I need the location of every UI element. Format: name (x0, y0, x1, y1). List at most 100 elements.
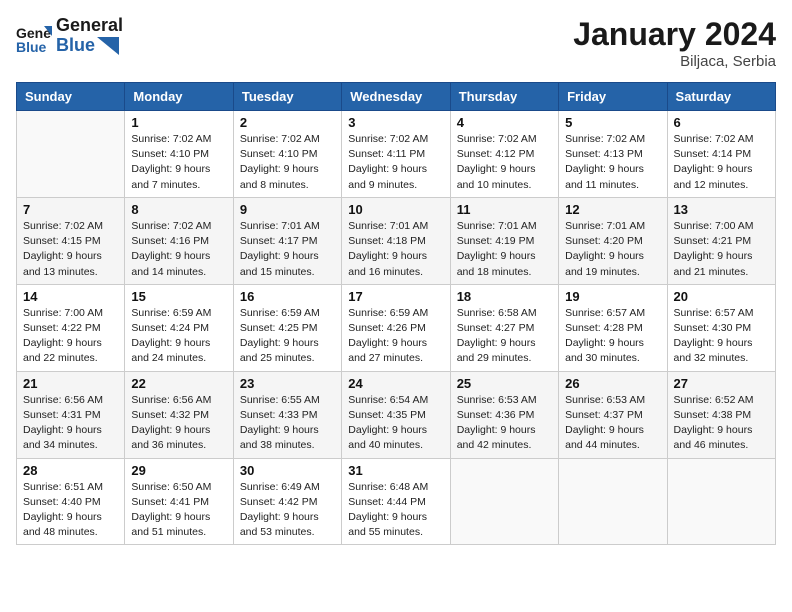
weekday-header-saturday: Saturday (667, 83, 775, 111)
day-number: 6 (674, 115, 769, 130)
calendar-cell: 15Sunrise: 6:59 AM Sunset: 4:24 PM Dayli… (125, 284, 233, 371)
calendar-cell: 3 Sunrise: 7:02 AM Sunset: 4:11 PM Daylig… (342, 111, 450, 198)
day-info: Sunrise: 7:02 AM Sunset: 4:11 PM Dayligh… (348, 132, 443, 193)
day-number: 2 (240, 115, 335, 130)
day-number: 12 (565, 202, 660, 217)
day-info: Sunrise: 6:59 AM Sunset: 4:26 PM Dayligh… (348, 306, 443, 367)
calendar-week-row: 1Sunrise: 7:02 AM Sunset: 4:10 PM Daylig… (17, 111, 776, 198)
day-info: Sunrise: 7:02 AM Sunset: 4:16 PM Dayligh… (131, 219, 226, 280)
day-number: 27 (674, 376, 769, 391)
day-info: Sunrise: 7:01 AM Sunset: 4:18 PM Dayligh… (348, 219, 443, 280)
calendar-cell: 22Sunrise: 6:56 AM Sunset: 4:32 PM Dayli… (125, 371, 233, 458)
day-info: Sunrise: 7:02 AM Sunset: 4:10 PM Dayligh… (240, 132, 335, 193)
day-number: 15 (131, 289, 226, 304)
calendar-cell: 14 Sunrise: 7:00 AM Sunset: 4:22 PM Dayli… (17, 284, 125, 371)
day-info: Sunrise: 6:57 AM Sunset: 4:30 PM Dayligh… (674, 306, 769, 367)
day-number: 19 (565, 289, 660, 304)
day-number: 9 (240, 202, 335, 217)
page-header: General Blue General Blue January 2024 B… (16, 16, 776, 70)
day-number: 25 (457, 376, 552, 391)
location: Biljaca, Serbia (573, 53, 776, 70)
logo-blue: Blue (56, 36, 123, 56)
day-number: 10 (348, 202, 443, 217)
calendar-cell (667, 458, 775, 545)
day-info: Sunrise: 6:58 AM Sunset: 4:27 PM Dayligh… (457, 306, 552, 367)
calendar-cell: 20Sunrise: 6:57 AM Sunset: 4:30 PM Dayli… (667, 284, 775, 371)
weekday-header-friday: Friday (559, 83, 667, 111)
calendar-cell: 31Sunrise: 6:48 AM Sunset: 4:44 PM Dayli… (342, 458, 450, 545)
day-number: 29 (131, 463, 226, 478)
logo-arrow-icon (97, 37, 119, 55)
day-info: Sunrise: 7:01 AM Sunset: 4:17 PM Dayligh… (240, 219, 335, 280)
calendar-cell: 13Sunrise: 7:00 AM Sunset: 4:21 PM Dayli… (667, 197, 775, 284)
day-info: Sunrise: 7:02 AM Sunset: 4:14 PM Dayligh… (674, 132, 769, 193)
calendar-cell: 11Sunrise: 7:01 AM Sunset: 4:19 PM Dayli… (450, 197, 558, 284)
calendar-week-row: 14 Sunrise: 7:00 AM Sunset: 4:22 PM Dayli… (17, 284, 776, 371)
calendar-cell: 18 Sunrise: 6:58 AM Sunset: 4:27 PM Dayli… (450, 284, 558, 371)
calendar-cell (450, 458, 558, 545)
weekday-header-wednesday: Wednesday (342, 83, 450, 111)
calendar-cell: 8 Sunrise: 7:02 AM Sunset: 4:16 PM Daylig… (125, 197, 233, 284)
day-number: 4 (457, 115, 552, 130)
calendar-cell: 19 Sunrise: 6:57 AM Sunset: 4:28 PM Dayli… (559, 284, 667, 371)
calendar-cell: 12 Sunrise: 7:01 AM Sunset: 4:20 PM Dayli… (559, 197, 667, 284)
day-number: 26 (565, 376, 660, 391)
day-number: 30 (240, 463, 335, 478)
calendar-cell: 4 Sunrise: 7:02 AM Sunset: 4:12 PM Daylig… (450, 111, 558, 198)
day-info: Sunrise: 6:53 AM Sunset: 4:37 PM Dayligh… (565, 393, 660, 454)
day-info: Sunrise: 6:56 AM Sunset: 4:32 PM Dayligh… (131, 393, 226, 454)
day-info: Sunrise: 6:57 AM Sunset: 4:28 PM Dayligh… (565, 306, 660, 367)
month-title: January 2024 (573, 16, 776, 53)
day-number: 17 (348, 289, 443, 304)
day-number: 7 (23, 202, 118, 217)
calendar-cell: 23Sunrise: 6:55 AM Sunset: 4:33 PM Dayli… (233, 371, 341, 458)
day-info: Sunrise: 6:52 AM Sunset: 4:38 PM Dayligh… (674, 393, 769, 454)
day-number: 16 (240, 289, 335, 304)
weekday-header-thursday: Thursday (450, 83, 558, 111)
calendar-cell: 1Sunrise: 7:02 AM Sunset: 4:10 PM Daylig… (125, 111, 233, 198)
logo: General Blue General Blue (16, 16, 123, 56)
day-number: 31 (348, 463, 443, 478)
day-number: 24 (348, 376, 443, 391)
calendar-table: SundayMondayTuesdayWednesdayThursdayFrid… (16, 82, 776, 545)
day-info: Sunrise: 6:51 AM Sunset: 4:40 PM Dayligh… (23, 480, 118, 541)
logo-general: General (56, 16, 123, 36)
calendar-week-row: 7 Sunrise: 7:02 AM Sunset: 4:15 PM Daylig… (17, 197, 776, 284)
calendar-cell: 7 Sunrise: 7:02 AM Sunset: 4:15 PM Daylig… (17, 197, 125, 284)
calendar-cell: 21 Sunrise: 6:56 AM Sunset: 4:31 PM Dayli… (17, 371, 125, 458)
calendar-cell: 29 Sunrise: 6:50 AM Sunset: 4:41 PM Dayli… (125, 458, 233, 545)
day-number: 18 (457, 289, 552, 304)
day-number: 13 (674, 202, 769, 217)
day-number: 28 (23, 463, 118, 478)
day-number: 3 (348, 115, 443, 130)
day-number: 14 (23, 289, 118, 304)
calendar-cell: 2 Sunrise: 7:02 AM Sunset: 4:10 PM Daylig… (233, 111, 341, 198)
calendar-cell: 28 Sunrise: 6:51 AM Sunset: 4:40 PM Dayli… (17, 458, 125, 545)
calendar-cell: 16Sunrise: 6:59 AM Sunset: 4:25 PM Dayli… (233, 284, 341, 371)
day-number: 21 (23, 376, 118, 391)
calendar-cell (17, 111, 125, 198)
day-info: Sunrise: 7:02 AM Sunset: 4:13 PM Dayligh… (565, 132, 660, 193)
calendar-cell: 24 Sunrise: 6:54 AM Sunset: 4:35 PM Dayli… (342, 371, 450, 458)
calendar-cell (559, 458, 667, 545)
day-info: Sunrise: 7:01 AM Sunset: 4:20 PM Dayligh… (565, 219, 660, 280)
day-info: Sunrise: 7:01 AM Sunset: 4:19 PM Dayligh… (457, 219, 552, 280)
day-info: Sunrise: 7:00 AM Sunset: 4:22 PM Dayligh… (23, 306, 118, 367)
svg-text:Blue: Blue (16, 39, 47, 54)
day-info: Sunrise: 7:02 AM Sunset: 4:12 PM Dayligh… (457, 132, 552, 193)
calendar-cell: 27 Sunrise: 6:52 AM Sunset: 4:38 PM Dayli… (667, 371, 775, 458)
calendar-cell: 5 Sunrise: 7:02 AM Sunset: 4:13 PM Daylig… (559, 111, 667, 198)
calendar-cell: 25Sunrise: 6:53 AM Sunset: 4:36 PM Dayli… (450, 371, 558, 458)
calendar-cell: 9 Sunrise: 7:01 AM Sunset: 4:17 PM Daylig… (233, 197, 341, 284)
day-number: 23 (240, 376, 335, 391)
day-info: Sunrise: 6:56 AM Sunset: 4:31 PM Dayligh… (23, 393, 118, 454)
day-info: Sunrise: 6:50 AM Sunset: 4:41 PM Dayligh… (131, 480, 226, 541)
day-info: Sunrise: 7:02 AM Sunset: 4:10 PM Dayligh… (131, 132, 226, 193)
day-number: 8 (131, 202, 226, 217)
day-number: 5 (565, 115, 660, 130)
day-info: Sunrise: 6:54 AM Sunset: 4:35 PM Dayligh… (348, 393, 443, 454)
calendar-week-row: 21 Sunrise: 6:56 AM Sunset: 4:31 PM Dayli… (17, 371, 776, 458)
calendar-cell: 6 Sunrise: 7:02 AM Sunset: 4:14 PM Daylig… (667, 111, 775, 198)
calendar-cell: 10 Sunrise: 7:01 AM Sunset: 4:18 PM Dayli… (342, 197, 450, 284)
day-info: Sunrise: 7:02 AM Sunset: 4:15 PM Dayligh… (23, 219, 118, 280)
